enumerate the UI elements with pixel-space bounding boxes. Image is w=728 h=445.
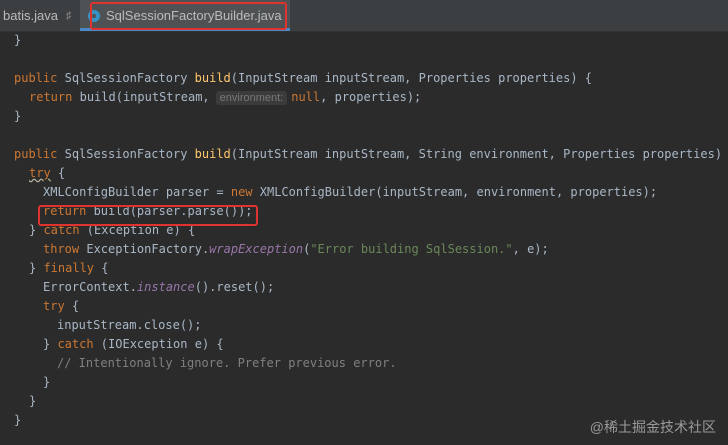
- watermark: @稀土掘金技术社区: [589, 419, 716, 435]
- code-line: return build(inputStream, environment: nul…: [29, 90, 422, 105]
- tab-label: batis.java: [3, 8, 58, 23]
- code-line: public SqlSessionFactory build(InputStre…: [14, 71, 593, 85]
- code-highlight-box: [38, 205, 258, 226]
- code-line: }: [29, 394, 37, 408]
- code-line: // Intentionally ignore. Prefer previous…: [57, 356, 397, 370]
- tab-highlight-box: [90, 2, 287, 30]
- code-line: }: [14, 413, 22, 427]
- parameter-hint: environment:: [215, 91, 288, 105]
- code-line: ErrorContext.instance().reset();: [43, 280, 275, 294]
- code-line: } finally {: [29, 261, 109, 275]
- tab-batis-java[interactable]: batis.java ♯: [0, 0, 78, 31]
- pin-icon[interactable]: ♯: [66, 10, 72, 22]
- code-line: }: [14, 33, 22, 47]
- code-line: XMLConfigBuilder parser = new XMLConfigB…: [43, 185, 658, 199]
- code-line: }: [14, 109, 22, 123]
- code-line: try {: [43, 299, 80, 313]
- code-line: } catch (IOException e) {: [43, 337, 224, 351]
- code-line: inputStream.close();: [57, 318, 202, 332]
- code-line: }: [43, 375, 51, 389]
- code-line: throw ExceptionFactory.wrapException("Er…: [43, 242, 549, 256]
- code-line: try {: [29, 166, 66, 180]
- code-line: public SqlSessionFactory build(InputStre…: [14, 147, 728, 161]
